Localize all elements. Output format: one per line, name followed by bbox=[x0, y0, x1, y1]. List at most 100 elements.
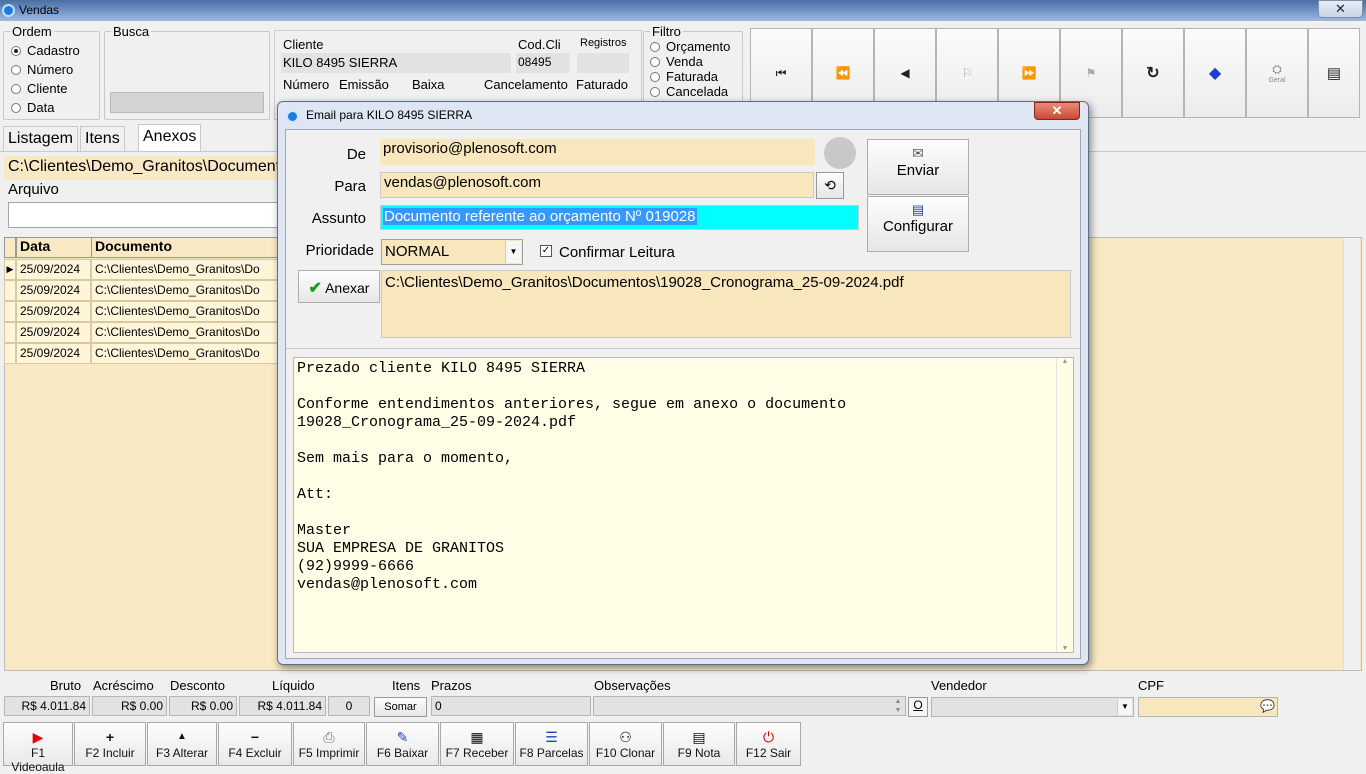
arquivo-input[interactable] bbox=[8, 202, 283, 228]
radio-icon bbox=[11, 45, 21, 56]
fkey-label: F6 Baixar bbox=[376, 746, 429, 760]
refresh-button[interactable]: ↻ bbox=[1122, 28, 1184, 118]
filtro-orcamento-radio[interactable]: Orçamento bbox=[650, 39, 742, 54]
radio-icon bbox=[11, 83, 21, 94]
busca-legend: Busca bbox=[113, 24, 150, 39]
row-indicator bbox=[4, 280, 16, 301]
f3-alterar-button[interactable]: ▲ F3 Alterar bbox=[147, 722, 217, 766]
para-field[interactable]: vendas@plenosoft.com bbox=[380, 172, 814, 198]
fkey-label: F2 Incluir bbox=[85, 746, 135, 760]
f6-baixar-button[interactable]: ✎ F6 Baixar bbox=[366, 722, 439, 766]
filtro-cancelada-radio[interactable]: Cancelada bbox=[650, 84, 742, 99]
table-row[interactable]: 25/09/2024 C:\Clientes\Demo_Granitos\Do bbox=[4, 322, 281, 343]
grid-scrollbar[interactable] bbox=[1343, 238, 1360, 670]
f2-incluir-button[interactable]: + F2 Incluir bbox=[74, 722, 146, 766]
tab-listagem[interactable]: Listagem bbox=[3, 126, 78, 151]
observacoes-label: Observações bbox=[594, 678, 671, 693]
f9-nota-button[interactable]: ▤ F9 Nota bbox=[663, 722, 735, 766]
registros-value bbox=[577, 53, 629, 73]
cpf-label: CPF bbox=[1138, 678, 1164, 693]
filtro-venda-radio[interactable]: Venda bbox=[650, 54, 742, 69]
report-icon: ▤ bbox=[1326, 65, 1342, 82]
window-close-button[interactable]: ✕ bbox=[1318, 0, 1363, 18]
assunto-field[interactable]: Documento referente ao orçamento Nº 0190… bbox=[380, 205, 859, 230]
de-field[interactable]: provisorio@plenosoft.com bbox=[380, 139, 815, 165]
speech-bubble-icon[interactable]: 💬 bbox=[1260, 699, 1275, 713]
grid-header-data[interactable]: Data bbox=[16, 237, 92, 258]
settings-button[interactable]: ⛭ Geral bbox=[1246, 28, 1308, 118]
scroll-up-icon[interactable]: ▲ bbox=[1057, 358, 1073, 365]
prioridade-select[interactable]: NORMAL ▼ bbox=[381, 239, 523, 265]
ordem-numero-radio[interactable]: Número bbox=[11, 60, 99, 79]
configurar-button[interactable]: ▤ Configurar bbox=[867, 196, 969, 252]
f8-parcelas-button[interactable]: ☰ F8 Parcelas bbox=[515, 722, 588, 766]
ordem-data-radio[interactable]: Data bbox=[11, 98, 99, 117]
table-row[interactable]: 25/09/2024 C:\Clientes\Demo_Granitos\Do bbox=[4, 301, 281, 322]
tab-anexos[interactable]: Anexos bbox=[138, 124, 202, 152]
config-card-icon: ▤ bbox=[911, 202, 925, 217]
prev-icon: ◀ bbox=[900, 66, 910, 80]
liquido-label: Líquido bbox=[272, 678, 315, 693]
cell-documento: C:\Clientes\Demo_Granitos\Do bbox=[91, 343, 281, 364]
clone-icon: ⚇ bbox=[619, 729, 632, 745]
obs-button[interactable]: O bbox=[908, 697, 928, 717]
tab-itens[interactable]: Itens bbox=[80, 126, 125, 151]
dialog-close-button[interactable]: ✕ bbox=[1034, 102, 1080, 120]
cell-documento: C:\Clientes\Demo_Granitos\Do bbox=[91, 322, 281, 343]
attachment-list[interactable]: C:\Clientes\Demo_Granitos\Documentos\190… bbox=[381, 270, 1071, 338]
email-body-scrollbar[interactable]: ▲ ▼ bbox=[1056, 358, 1073, 652]
fkey-label: F12 Sair bbox=[745, 746, 792, 760]
radio-label: Cadastro bbox=[27, 43, 80, 58]
table-row[interactable]: 25/09/2024 C:\Clientes\Demo_Granitos\Do bbox=[4, 280, 281, 301]
vendedor-select[interactable]: ▼ bbox=[931, 697, 1134, 717]
table-row[interactable]: ▶ 25/09/2024 C:\Clientes\Demo_Granitos\Do bbox=[4, 259, 281, 280]
registros-label: Registros bbox=[580, 37, 627, 49]
cell-data: 25/09/2024 bbox=[16, 280, 91, 301]
prazos-label: Prazos bbox=[431, 678, 472, 693]
f1-videoaula-button[interactable]: ▶ F1 Videoaula bbox=[3, 722, 73, 774]
dialog-separator bbox=[286, 348, 1080, 349]
minus-icon: − bbox=[250, 729, 260, 745]
ordem-cadastro-radio[interactable]: Cadastro bbox=[11, 41, 99, 60]
confirmar-leitura-label: Confirmar Leitura bbox=[559, 244, 675, 261]
row-indicator bbox=[4, 343, 16, 364]
enviar-button[interactable]: ✉ Enviar bbox=[867, 139, 969, 195]
para-label: Para bbox=[334, 178, 366, 195]
confirmar-leitura-checkbox[interactable]: ✓ bbox=[540, 245, 552, 257]
attachment-item[interactable]: C:\Clientes\Demo_Granitos\Documentos\190… bbox=[385, 274, 904, 291]
baixa-label: Baixa bbox=[412, 77, 445, 92]
itens-label: Itens bbox=[392, 678, 421, 693]
f10-clonar-button[interactable]: ⚇ F10 Clonar bbox=[589, 722, 662, 766]
email-body[interactable]: Prezado cliente KILO 8495 SIERRA Conform… bbox=[293, 357, 1074, 653]
check-doc-icon: ✎ bbox=[396, 729, 409, 745]
tag-button[interactable]: ◆ bbox=[1184, 28, 1246, 118]
ordem-cliente-radio[interactable]: Cliente bbox=[11, 79, 99, 98]
receipt-icon: ▦ bbox=[470, 729, 484, 745]
busca-input[interactable] bbox=[110, 92, 264, 113]
first-icon: ⏮ bbox=[775, 65, 787, 80]
f7-receber-button[interactable]: ▦ F7 Receber bbox=[440, 722, 514, 766]
cancelamento-label: Cancelamento bbox=[484, 77, 568, 92]
printer-icon: ⎙ bbox=[323, 729, 335, 745]
f5-imprimir-button[interactable]: ⎙ F5 Imprimir bbox=[293, 722, 365, 766]
acrescimo-label: Acréscimo bbox=[93, 678, 154, 693]
contacts-icon[interactable]: ⟲ bbox=[816, 172, 844, 199]
observacoes-field[interactable] bbox=[593, 696, 906, 716]
prev-page-icon: ⏪ bbox=[835, 66, 851, 80]
f12-sair-button[interactable]: ⏻ F12 Sair bbox=[736, 722, 801, 766]
scroll-down-icon[interactable]: ▼ bbox=[1057, 645, 1073, 652]
cell-documento: C:\Clientes\Demo_Granitos\Do bbox=[91, 259, 281, 280]
grid-header-documento[interactable]: Documento bbox=[91, 237, 281, 258]
radio-icon bbox=[11, 102, 21, 113]
somar-button[interactable]: Somar bbox=[374, 697, 427, 717]
anexar-button[interactable]: ✔ Anexar bbox=[298, 270, 380, 303]
cpf-input[interactable]: 💬 bbox=[1138, 697, 1278, 717]
table-row[interactable]: 25/09/2024 C:\Clientes\Demo_Granitos\Do bbox=[4, 343, 281, 364]
window-title: Vendas bbox=[19, 3, 60, 17]
report-button[interactable]: ▤ bbox=[1308, 28, 1360, 118]
desconto-value: R$ 0.00 bbox=[169, 696, 237, 716]
up-icon: ▲ bbox=[177, 731, 187, 742]
filtro-faturada-radio[interactable]: Faturada bbox=[650, 69, 742, 84]
obs-spin-icon[interactable]: ▲ ▼ bbox=[891, 697, 905, 717]
f4-excluir-button[interactable]: − F4 Excluir bbox=[218, 722, 292, 766]
